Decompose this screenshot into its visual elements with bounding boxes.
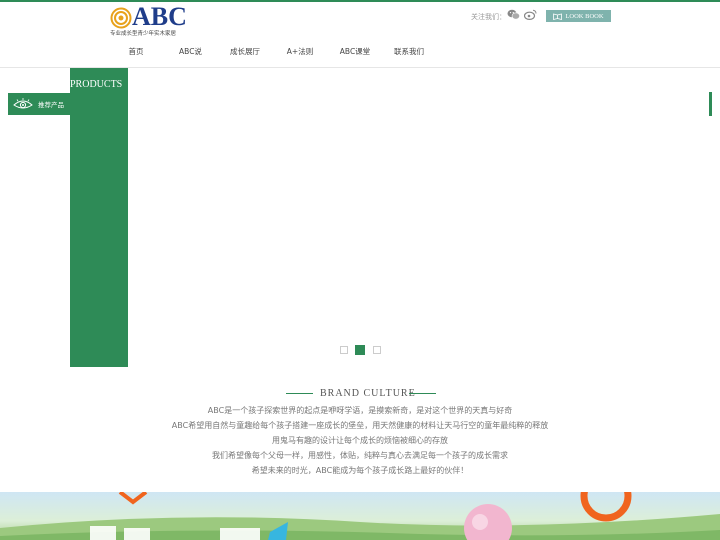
- recommended-products-label: 推荐产品: [38, 101, 64, 109]
- main-nav: 首页 ABC说 成长展厅 A+法则 ABC课堂 联系我们: [108, 46, 435, 60]
- lookbook-button[interactable]: LOOK BOOK: [546, 10, 611, 22]
- products-panel: [70, 68, 128, 367]
- brand-text-line: ABC是一个孩子探索世界的起点是咿呀学语，是摸索新奇，是对这个世界的天真与好奇: [207, 406, 513, 415]
- brand-text-line: ABC希望用自然与童趣给每个孩子搭建一座成长的堡垒，用天然健康的材料让天马行空的…: [171, 421, 549, 430]
- nav-item-a-plus-rules[interactable]: A+法则: [273, 46, 327, 60]
- nav-item-showroom[interactable]: 成长展厅: [217, 46, 273, 60]
- eye-icon: [13, 98, 33, 109]
- brand-text-line: 我们希望像每个父母一样，用感性，体贴，纯粹与真心去满足每一个孩子的成长需求: [212, 451, 508, 460]
- logo-text: ABC: [132, 2, 187, 31]
- slider-dot-1[interactable]: [340, 346, 348, 354]
- top-accent-line: [0, 0, 720, 2]
- wechat-icon[interactable]: [507, 9, 520, 20]
- brand-text-line: 希望未来的时光，ABC能成为每个孩子成长路上最好的伙伴！: [251, 466, 469, 475]
- nav-item-abc-says[interactable]: ABC说: [164, 46, 217, 60]
- banner-artwork: [0, 492, 720, 540]
- products-title: PRODUCTS: [70, 79, 123, 90]
- follow-us-label: 关注我们：: [471, 13, 506, 21]
- nav-item-home[interactable]: 首页: [108, 46, 164, 60]
- logo[interactable]: ABC 专业成长型青少年实木家居: [110, 2, 200, 40]
- page: ABC 专业成长型青少年实木家居 关注我们： LOOK BOOK 首页 ABC说…: [0, 0, 720, 540]
- nav-item-abc-class[interactable]: ABC课堂: [327, 46, 383, 60]
- slider-dot-3[interactable]: [373, 346, 381, 354]
- lookbook-label: LOOK BOOK: [565, 12, 604, 20]
- recommended-products-tab[interactable]: 推荐产品: [8, 93, 70, 115]
- brand-culture-title: BRAND CULTURE: [320, 388, 416, 399]
- slider-dot-2-active[interactable]: [355, 345, 365, 355]
- logo-swirl-icon: [110, 7, 132, 29]
- brand-title-line-left: [286, 393, 313, 394]
- brand-title-line-right: [409, 393, 436, 394]
- logo-tagline: 专业成长型青少年实木家居: [110, 31, 177, 37]
- side-scroll-marker[interactable]: [709, 92, 712, 116]
- nav-item-contact[interactable]: 联系我们: [383, 46, 435, 60]
- brand-text-line: 用鬼马有趣的设计让每个成长的烦恼被细心的存放: [272, 436, 448, 445]
- hero-banner: [0, 492, 720, 540]
- weibo-icon[interactable]: [524, 9, 537, 20]
- book-icon: [553, 12, 563, 20]
